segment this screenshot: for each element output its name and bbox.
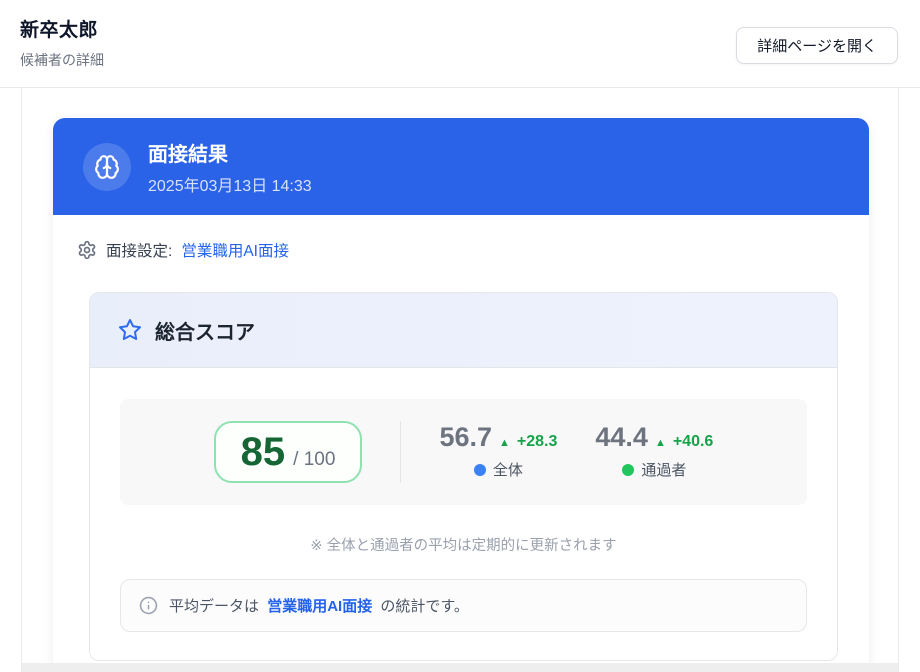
overall-delta: +28.3 — [516, 433, 558, 450]
stat-passers: 44.4 ▲ +40.6 通過者 — [595, 424, 713, 480]
page-header: 新卒太郎 候補者の詳細 詳細ページを開く — [0, 0, 920, 88]
next-section-edge — [22, 663, 898, 672]
total-score-header: 総合スコア — [90, 293, 837, 368]
setting-label: 面接設定: — [106, 243, 173, 260]
average-data-text: 平均データは 営業職用AI面接 の統計です。 — [169, 595, 469, 616]
score-stats-box: 85 / 100 56.7 ▲ +28.3 全体 44.4 ▲ +40.6 通過… — [120, 399, 807, 505]
result-datetime: 2025年03月13日 14:33 — [148, 177, 312, 195]
up-triangle-icon: ▲ — [499, 437, 510, 449]
average-update-note: ※ 全体と通過者の平均は定期的に更新されます — [310, 538, 617, 554]
passers-label: 通過者 — [641, 462, 687, 479]
detail-panel: 面接結果 2025年03月13日 14:33 面接設定: 営業職用AI面接 総合… — [21, 88, 899, 672]
gear-icon — [77, 240, 97, 260]
total-score-body: 85 / 100 56.7 ▲ +28.3 全体 44.4 ▲ +40.6 通過… — [90, 368, 837, 660]
stats-divider — [400, 421, 402, 483]
up-triangle-icon: ▲ — [654, 437, 666, 449]
overall-label: 全体 — [492, 462, 523, 479]
passers-delta: +40.6 — [672, 433, 714, 450]
overall-average-value: 56.7 — [439, 422, 492, 452]
interview-result-banner: 面接結果 2025年03月13日 14:33 — [53, 118, 869, 215]
interview-setting-row: 面接設定: 営業職用AI面接 — [77, 237, 869, 263]
info-suffix: の統計です。 — [380, 598, 469, 615]
interview-setting-link[interactable]: 営業職用AI面接 — [181, 239, 289, 261]
banner-text: 面接結果 2025年03月13日 14:33 — [148, 138, 312, 196]
brain-icon — [83, 142, 131, 191]
star-icon — [118, 318, 142, 342]
info-circle-icon — [139, 596, 158, 615]
blue-dot-icon — [473, 463, 486, 476]
open-detail-page-button[interactable]: 詳細ページを開く — [736, 27, 898, 64]
result-title: 面接結果 — [148, 143, 228, 166]
interview-result-card: 面接結果 2025年03月13日 14:33 面接設定: 営業職用AI面接 総合… — [53, 118, 869, 671]
score-max: / 100 — [293, 449, 336, 470]
interview-setting-link[interactable]: 営業職用AI面接 — [267, 598, 372, 615]
stat-overall: 56.7 ▲ +28.3 全体 — [439, 424, 557, 480]
average-data-info-box: 平均データは 営業職用AI面接 の統計です。 — [120, 579, 807, 632]
content-area: 面接結果 2025年03月13日 14:33 面接設定: 営業職用AI面接 総合… — [0, 88, 920, 672]
total-score-title: 総合スコア — [155, 321, 255, 344]
info-prefix: 平均データは — [169, 598, 260, 615]
score-pill: 85 / 100 — [213, 421, 363, 483]
score-value: 85 — [240, 430, 286, 474]
green-dot-icon — [622, 463, 635, 476]
total-score-card: 総合スコア 85 / 100 56.7 ▲ +28.3 全体 44.4 ▲ +4… — [89, 292, 838, 661]
passers-average-value: 44.4 — [595, 422, 648, 452]
